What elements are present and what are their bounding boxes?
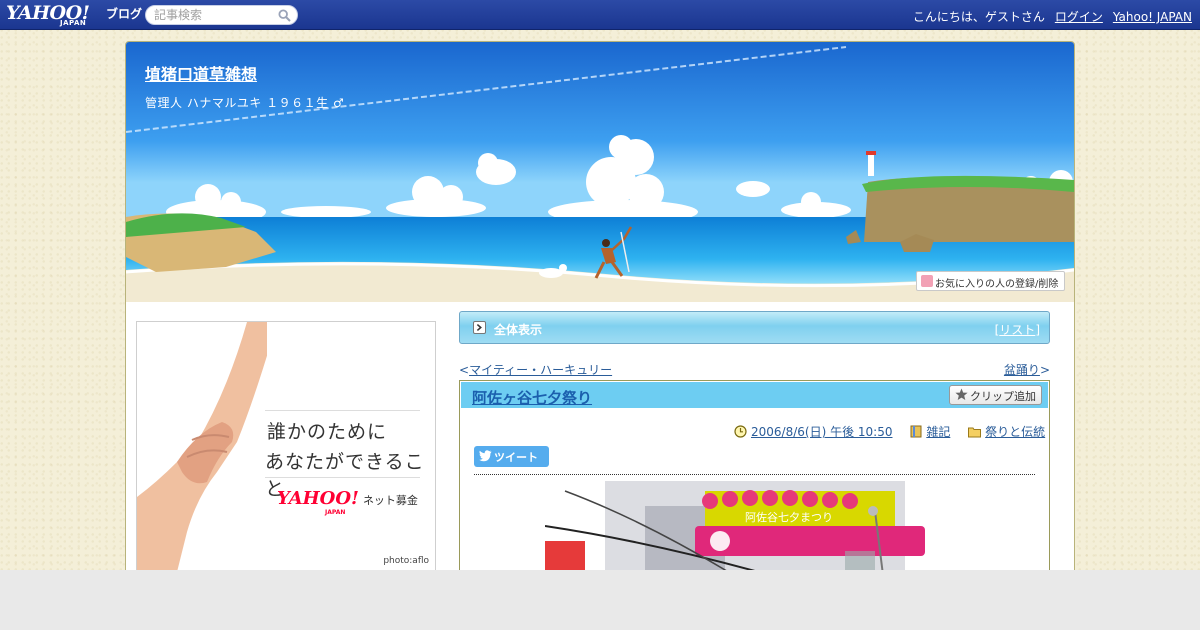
photo-sign-text: 阿佐谷七夕まつり xyxy=(745,510,833,524)
page-background: YAHOO! JAPAN ブログ こんにちは、ゲストさんログイン Yahoo! J… xyxy=(0,0,1200,570)
blog-title[interactable]: 埴猪口道草雑想 xyxy=(145,61,257,85)
article-meta: 2006/8/6(日) 午後 10:50 雑記 祭りと伝統 xyxy=(734,423,1045,440)
clip-add-label: クリップ追加 xyxy=(970,390,1036,403)
blog-subtitle: 管理人 ハナマルユキ １９６１生 ♂ xyxy=(145,96,345,110)
star-icon xyxy=(955,388,968,400)
prev-article-link[interactable]: マイティー・ハーキュリー xyxy=(469,363,612,377)
header-beach-illustration xyxy=(126,42,1074,302)
ad-divider-bottom xyxy=(265,477,420,478)
article-category1-group: 雑記 xyxy=(910,423,950,440)
category-zakki-link[interactable]: 雑記 xyxy=(926,425,950,439)
greeting-text: こんにちは、ゲストさん xyxy=(912,10,1045,24)
heart-icon xyxy=(921,275,933,287)
ad-photo-credit: photo:aflo xyxy=(383,556,429,566)
logo-blog-text: ブログ xyxy=(106,7,143,21)
blog-container: 埴猪口道草雑想 管理人 ハナマルユキ １９６１生 ♂ お気に入りの人の登録/削除… xyxy=(125,41,1075,570)
favorite-register-button[interactable]: お気に入りの人の登録/削除 xyxy=(916,271,1065,291)
article-title[interactable]: 阿佐ヶ谷七夕祭り xyxy=(472,387,592,408)
arrow-right-icon xyxy=(473,321,486,334)
ad-logo-yahoo: YAHOO! xyxy=(277,488,359,509)
prev-article: <マイティー・ハーキュリー xyxy=(459,361,612,378)
all-view-label[interactable]: 全体表示 xyxy=(494,321,542,338)
clock-icon xyxy=(734,425,747,438)
next-article: 盆踊り> xyxy=(1004,361,1050,378)
tweet-button[interactable]: ツイート xyxy=(474,446,549,467)
yahoo-japan-link[interactable]: Yahoo! JAPAN xyxy=(1113,10,1192,24)
festival-photo-illustration: 阿佐谷七夕まつり xyxy=(545,481,965,570)
tweet-label: ツイート xyxy=(494,451,538,464)
clip-add-button[interactable]: クリップ追加 xyxy=(949,385,1042,405)
blog-header: 埴猪口道草雑想 管理人 ハナマルユキ １９６１生 ♂ お気に入りの人の登録/削除 xyxy=(126,42,1074,302)
list-link[interactable]: リスト xyxy=(999,323,1035,337)
top-bar: YAHOO! JAPAN ブログ こんにちは、ゲストさんログイン Yahoo! J… xyxy=(0,0,1200,30)
yahoo-blog-logo[interactable]: YAHOO! JAPAN ブログ xyxy=(6,2,142,28)
logo-japan-text: JAPAN xyxy=(60,19,87,27)
all-view-bar: 全体表示 [リスト] xyxy=(459,311,1050,344)
ad-divider-top xyxy=(265,410,420,411)
favorite-register-label: お気に入りの人の登録/削除 xyxy=(935,279,1059,290)
ad-logo-japan: JAPAN xyxy=(325,509,346,516)
search-icon[interactable] xyxy=(278,9,291,22)
user-nav: こんにちは、ゲストさん ログイン Yahoo! JAPAN xyxy=(903,8,1192,25)
prev-arrow: < xyxy=(459,363,470,377)
article-category2-group: 祭りと伝統 xyxy=(968,423,1045,440)
search-input[interactable] xyxy=(154,8,274,22)
donation-ad-banner[interactable]: 誰かのために あなたができること YAHOO! JAPAN ネット募金 photo:… xyxy=(136,321,436,570)
festival-photo[interactable]: 阿佐谷七夕まつり xyxy=(545,481,965,570)
ad-yahoo-logo: YAHOO! JAPAN ネット募金 xyxy=(277,488,418,516)
search-box xyxy=(145,5,298,25)
handshake-illustration xyxy=(137,322,267,570)
article-divider xyxy=(474,474,1035,475)
twitter-bird-icon xyxy=(479,450,492,462)
login-link[interactable]: ログイン xyxy=(1055,10,1103,24)
article: 阿佐ヶ谷七夕祭り クリップ追加 2006/8/6(日) 午後 10:50 雑記 … xyxy=(459,380,1050,570)
list-bracket-close: ] xyxy=(1035,323,1040,337)
ad-logo-text: ネット募金 xyxy=(362,494,418,507)
book-icon xyxy=(910,425,922,438)
article-date-group: 2006/8/6(日) 午後 10:50 xyxy=(734,423,892,440)
folder-icon xyxy=(968,427,982,438)
category-festival-link[interactable]: 祭りと伝統 xyxy=(985,425,1045,439)
next-arrow: > xyxy=(1039,363,1050,377)
article-title-bar: 阿佐ヶ谷七夕祭り クリップ追加 xyxy=(461,382,1048,408)
list-link-wrapper: [リスト] xyxy=(995,321,1040,338)
next-article-link[interactable]: 盆踊り xyxy=(1004,363,1040,377)
ad-headline-1: 誰かのために xyxy=(267,421,388,443)
article-date-link[interactable]: 2006/8/6(日) 午後 10:50 xyxy=(751,425,892,439)
